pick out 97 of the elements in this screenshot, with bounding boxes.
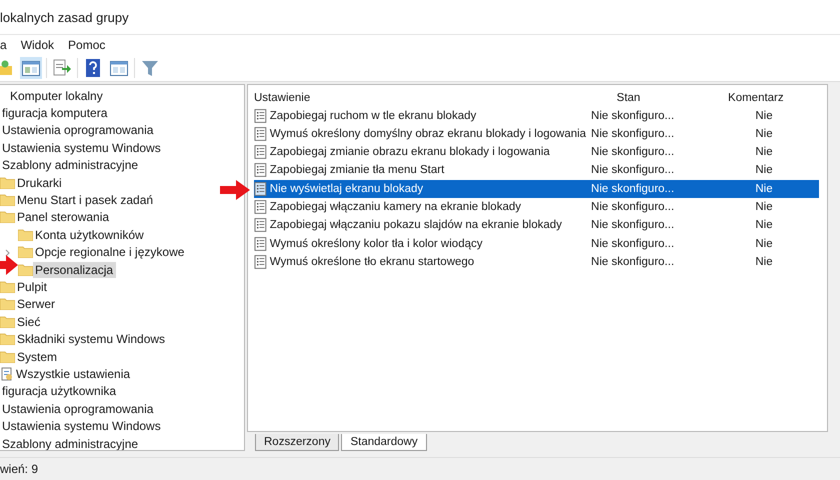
help-icon (86, 59, 100, 77)
view-tab[interactable]: Rozszerzony (255, 434, 340, 451)
comment-cell-text: Nie (754, 164, 774, 176)
setting-name: Zapobiegaj włączaniu kamery na ekranie blokady (268, 201, 522, 214)
setting-name: Zapobiegaj ruchom w tle ekranu blokady (268, 110, 478, 122)
folder-icon (0, 280, 15, 293)
policy-document-icon (254, 126, 267, 141)
filter-icon (142, 60, 158, 76)
status-text: wień: 9 (0, 462, 38, 476)
folder-icon (18, 264, 33, 276)
policy-document-icon (254, 200, 267, 214)
tree-item[interactable]: Szablony administracyjne (0, 436, 142, 450)
menu-item[interactable]: Widok (20, 38, 54, 52)
tree-item[interactable]: Szablony administracyjne (0, 157, 142, 174)
comment-cell-text: Nie (754, 256, 774, 268)
state-cell-text: Nie skonfiguro... (591, 238, 676, 250)
view-tab[interactable]: Standardowy (341, 434, 427, 451)
tree-item[interactable]: Panel sterowania (15, 209, 112, 226)
table-row[interactable]: Zapobiegaj włączaniu pokazu slajdów na ekranie blokady Nie skonfiguro... Nie (254, 216, 819, 234)
comment-cell-text: Nie (754, 201, 774, 214)
policy-document-icon (254, 218, 267, 232)
tree-item[interactable]: Serwer (15, 296, 58, 312)
panel-icon (110, 60, 128, 76)
state-cell-text: Nie skonfiguro... (591, 110, 676, 122)
table-row[interactable]: Zapobiegaj zmianie obrazu ekranu blokady i logowania Nie skonfiguro... Nie (254, 142, 819, 162)
setting-name: Zapobiegaj zmianie obrazu ekranu blokady i logowania (268, 146, 551, 158)
comment-cell-text: Nie (754, 128, 774, 140)
arrow-icon (220, 180, 250, 200)
table-row[interactable]: Nie wyświetlaj ekranu blokady Nie skonfiguro... Nie (254, 180, 819, 198)
tree-item[interactable]: Sieć (15, 314, 44, 330)
setting-name: Wymuś określone tło ekranu startowego (268, 256, 476, 268)
comment-cell-text: Nie (754, 146, 774, 158)
tree-item[interactable]: Pulpit (15, 278, 50, 295)
comment-cell-text: Nie (754, 182, 774, 195)
setting-name: Zapobiegaj włączaniu pokazu slajdów na ekranie blokady (268, 219, 563, 232)
comment-cell-text: Nie (754, 110, 774, 122)
toolbar-button[interactable] (20, 57, 42, 79)
column-header[interactable]: Ustawienie (254, 92, 572, 104)
tree-item[interactable]: Ustawienia oprogramowania (0, 400, 156, 417)
tree-item[interactable]: Komputer lokalny (8, 88, 106, 104)
tree-item[interactable]: Personalizacja (33, 262, 116, 278)
policy-document-icon (254, 108, 267, 123)
folder-icon (0, 316, 15, 328)
menu-item[interactable]: Pomoc (68, 38, 106, 52)
tree-item[interactable]: Konta użytkowników (33, 226, 147, 243)
tree-item[interactable]: Ustawienia systemu Windows (0, 418, 164, 434)
tree-item[interactable]: Drukarki (15, 174, 65, 191)
table-row[interactable]: Zapobiegaj zmianie tła menu Start Nie skonfiguro... Nie (254, 161, 819, 180)
state-cell-text: Nie skonfiguro... (591, 128, 676, 140)
folder-icon (18, 246, 33, 258)
menu-item[interactable]: a (0, 38, 7, 52)
panel-icon (22, 60, 40, 76)
table-row[interactable]: Zapobiegaj włączaniu kamery na ekranie blokady Nie skonfiguro... Nie (254, 198, 819, 216)
setting-name: Nie wyświetlaj ekranu blokady (268, 182, 424, 195)
table-row[interactable]: Wymuś określone tło ekranu startowego Nie skonfiguro... Nie (254, 252, 819, 272)
tree-item[interactable]: figuracja komputera (0, 105, 110, 122)
state-cell-text: Nie skonfiguro... (591, 182, 676, 195)
setting-name: Wymuś określony kolor tła i kolor wiodący (268, 238, 484, 250)
policy-document-icon (254, 236, 267, 251)
chevron-icon[interactable] (5, 248, 10, 257)
column-header[interactable]: Stan (572, 92, 685, 104)
folder-icon (0, 176, 15, 189)
setting-name: Zapobiegaj zmianie tła menu Start (268, 164, 446, 176)
folder-icon (0, 350, 15, 363)
tree-item[interactable]: Ustawienia systemu Windows (0, 140, 164, 156)
tree-item[interactable]: figuracja użytkownika (0, 383, 120, 400)
tree-item[interactable]: Ustawienia oprogramowania (0, 122, 156, 138)
window-title: lokalnych zasad grupy (0, 10, 129, 24)
export-icon (53, 59, 71, 77)
tree-item[interactable]: Menu Start i pasek zadań (15, 192, 156, 208)
folder-icon (0, 211, 15, 224)
tree-item[interactable]: Składniki systemu Windows (15, 331, 168, 348)
tree-item[interactable]: System (15, 348, 60, 365)
table-row[interactable]: Wymuś określony domyślny obraz ekranu blokady i logowania Nie skonfiguro... Nie (254, 124, 819, 143)
policy-document-icon (254, 182, 267, 196)
folder-icon (0, 194, 15, 206)
state-cell-text: Nie skonfiguro... (591, 219, 676, 232)
folder-icon (0, 298, 15, 310)
column-header[interactable]: Komentarz (684, 92, 827, 104)
table-row[interactable]: Zapobiegaj ruchom w tle ekranu blokady Nie skonfiguro... Nie (254, 106, 819, 125)
tree-item[interactable]: Opcje regionalne i językowe (33, 244, 188, 260)
arrow-icon (0, 255, 18, 275)
comment-cell-text: Nie (754, 219, 774, 232)
folder-icon (0, 60, 12, 76)
state-cell-text: Nie skonfiguro... (591, 164, 676, 176)
policy-document-icon (254, 163, 267, 178)
setting-name: Wymuś określony domyślny obraz ekranu blokady i logowania (268, 128, 588, 140)
tree-item[interactable]: Wszystkie ustawienia (14, 366, 134, 382)
folder-icon (0, 333, 15, 346)
table-row[interactable]: Wymuś określony kolor tła i kolor wiodący Nie skonfiguro... Nie (254, 234, 819, 253)
state-cell-text: Nie skonfiguro... (591, 146, 676, 158)
folder-icon (18, 228, 33, 241)
state-cell-text: Nie skonfiguro... (591, 201, 676, 214)
policy-document-icon (254, 254, 267, 269)
comment-cell-text: Nie (754, 238, 774, 250)
policy-document-icon (254, 145, 267, 160)
state-cell-text: Nie skonfiguro... (591, 256, 676, 268)
